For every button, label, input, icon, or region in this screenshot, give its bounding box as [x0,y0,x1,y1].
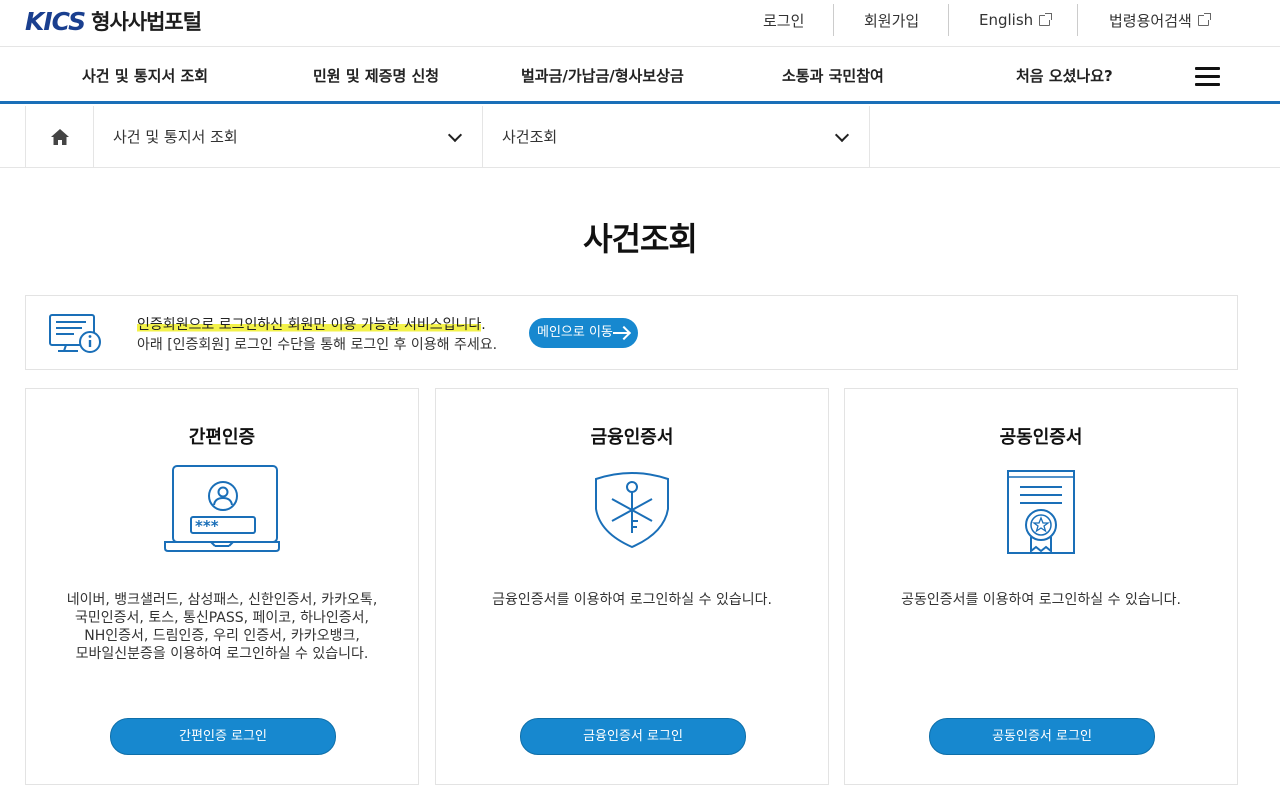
financial-cert-login-button[interactable]: 금융인증서 로그인 [520,718,746,755]
card-simple-auth: 간편인증 *** 네이버, 뱅크샐러드, 삼성패스, 신한인증서, 카카오톡, … [25,388,419,785]
site-logo[interactable]: KICS 형사사법포털 [25,6,202,36]
main-nav: 사건 및 통지서 조회 민원 및 제증명 신청 벌과금/가납금/형사보상금 소통… [0,46,1280,104]
card-description: 공동인증서를 이용하여 로그인하실 수 있습니다. [901,592,1181,608]
card-joint-cert: 공동인증서 공동인증서를 이용하여 로그인하실 수 있습니다. 공동인증서 로그… [844,388,1238,785]
breadcrumb-select-level1[interactable]: 사건 및 통지서 조회 [94,106,483,168]
monitor-info-icon [49,314,101,353]
nav-item-case-inquiry[interactable]: 사건 및 통지서 조회 [82,47,208,105]
shield-key-icon [595,472,669,549]
top-bar: KICS 형사사법포털 로그인 회원가입 English 법령용어검색 [0,0,1280,46]
laptop-login-icon: *** [164,465,280,552]
notice-box: 인증회원으로 로그인하신 회원만 이용 가능한 서비스입니다. 아래 [인증회원… [25,295,1238,370]
nav-item-first-visit[interactable]: 처음 오셨나요? [1016,47,1113,105]
signup-link[interactable]: 회원가입 [864,0,919,40]
arrow-right-icon [613,332,629,334]
chevron-down-icon [447,127,463,143]
card-description: 네이버, 뱅크샐러드, 삼성패스, 신한인증서, 카카오톡, 국민인증서, 토스… [66,592,378,662]
nav-item-civil-petition[interactable]: 민원 및 제증명 신청 [313,47,439,105]
card-financial-cert: 금융인증서 금융인증서를 이용하여 로그인하실 수 있습니다. 금융인증서 로그… [435,388,829,785]
breadcrumb: 사건 및 통지서 조회 사건조회 [0,106,1280,168]
card-title: 금융인증서 [590,427,674,448]
breadcrumb-select-level2[interactable]: 사건조회 [483,106,870,168]
card-title: 간편인증 [188,427,256,448]
svg-text:***: *** [195,517,219,535]
simple-auth-login-button[interactable]: 간편인증 로그인 [110,718,336,755]
divider [833,4,834,36]
notice-text-line2: 아래 [인증회원] 로그인 수단을 통해 로그인 후 이용해 주세요. [137,337,498,353]
kics-logo-mark: KICS [25,6,86,36]
nav-item-communication[interactable]: 소통과 국민참여 [782,47,884,105]
card-description: 금융인증서를 이용하여 로그인하실 수 있습니다. [492,592,772,608]
logo-text: 형사사법포털 [91,10,202,34]
chevron-down-icon [834,127,850,143]
external-link-icon [1039,12,1053,26]
legal-term-search-link[interactable]: 법령용어검색 [1109,0,1211,40]
nav-item-fines[interactable]: 벌과금/가납금/형사보상금 [521,47,684,105]
home-button[interactable] [25,106,94,168]
login-link[interactable]: 로그인 [763,0,804,40]
page-title: 사건조회 [583,220,698,258]
card-title: 공동인증서 [999,427,1083,448]
notice-text-line1: 인증회원으로 로그인하신 회원만 이용 가능한 서비스입니다. [137,317,486,333]
home-icon [50,129,69,145]
joint-cert-login-button[interactable]: 공동인증서 로그인 [929,718,1155,755]
external-link-icon [1197,12,1211,26]
menu-icon[interactable] [1195,67,1220,87]
divider [948,4,949,36]
divider [1077,4,1078,36]
certificate-icon [1007,470,1075,554]
go-to-main-button[interactable]: 메인으로 이동 [529,318,638,348]
english-link[interactable]: English [979,0,1053,40]
notice-highlight: 인증회원으로 로그인하신 회원만 이용 가능한 서비스입니다 [137,317,482,333]
